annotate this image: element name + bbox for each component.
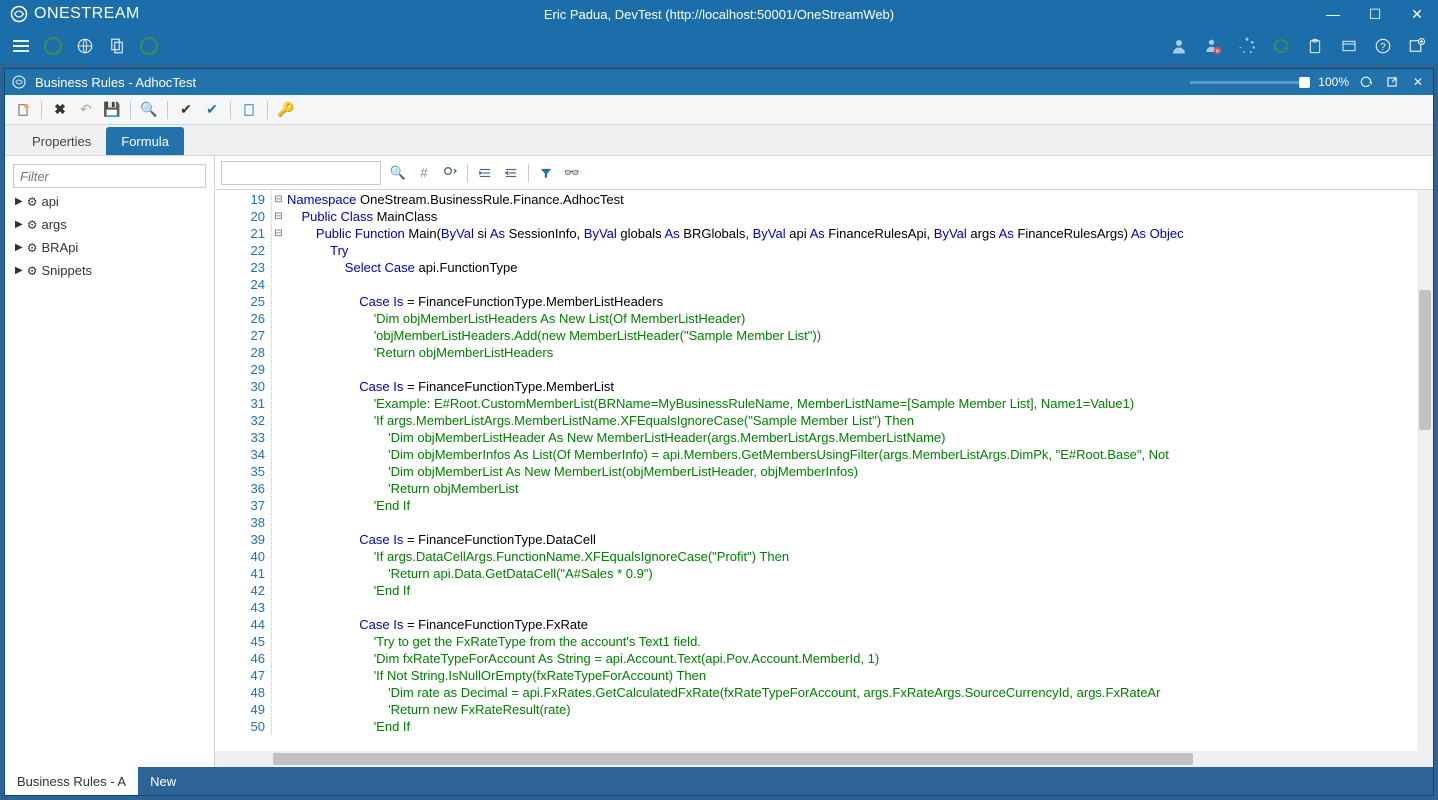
tree-item-snippets[interactable]: ▶ ⚙Snippets [13,259,206,282]
delete-icon[interactable]: ✖ [52,102,68,118]
subwindow-title-bar: Business Rules - AdhocTest 100% ✕ [5,69,1433,95]
circle-icon-1[interactable] [44,37,62,55]
gear-icon: ⚙ [27,218,38,232]
app-title-bar: ONESTREAM Eric Padua, DevTest (http://lo… [0,0,1438,28]
filter-icon[interactable] [537,164,555,182]
sub-toolbar: ✖ ↶ 💾 🔍 ✔ ✔ 🔑 [5,95,1433,125]
loading-icon[interactable] [1238,37,1256,55]
reset-zoom-icon[interactable] [1357,73,1375,91]
window-controls: — ☐ ✕ [1312,0,1438,28]
app-logo: ONESTREAM [0,5,150,23]
goggles-icon[interactable]: 👓 [563,164,581,182]
window-icon[interactable] [1340,37,1358,55]
editor-search-input[interactable] [221,161,381,185]
bottom-tab-new[interactable]: New [138,767,188,795]
gear-icon: ⚙ [27,264,38,278]
swirl-icon [11,74,27,90]
tree-item-api[interactable]: ▶ ⚙api [13,190,206,213]
caret-icon: ▶ [15,265,23,276]
page-icon[interactable] [241,102,257,118]
svg-text:✕: ✕ [1215,49,1220,55]
svg-text:?: ? [1380,42,1386,53]
tree-panel: ▶⚙api▶⚙args▶⚙BRApi▶⚙Snippets [5,156,215,767]
code-area: 1920212223242526272829303132333435363738… [215,190,1433,751]
key-icon[interactable]: 🔑 [278,102,294,118]
indent-icon[interactable] [476,164,494,182]
code-editor[interactable]: Namespace OneStream.BusinessRule.Finance… [285,190,1433,751]
find-icon[interactable]: 🔍 [141,102,157,118]
undo-icon[interactable]: ↶ [78,102,94,118]
maximize-button[interactable]: ☐ [1354,0,1396,28]
globe-icon[interactable] [76,37,94,55]
tab-formula[interactable]: Formula [106,127,184,155]
settings-icon[interactable] [1408,37,1426,55]
app-title-center: Eric Padua, DevTest (http://localhost:50… [544,7,894,22]
horizontal-scrollbar[interactable] [215,751,1433,767]
swirl-logo-icon [10,5,28,23]
brand-text: ONESTREAM [34,5,140,23]
zoom-slider[interactable] [1190,81,1310,84]
fold-column[interactable]: ⊟⊟⊟ [271,190,285,751]
popout-icon[interactable] [1383,73,1401,91]
menu-icon[interactable] [12,37,30,55]
gear-icon: ⚙ [27,195,38,209]
new-icon[interactable] [15,102,31,118]
refresh-icon[interactable] [1272,37,1290,55]
tree-item-label: api [41,194,58,209]
save-icon[interactable]: 💾 [104,102,120,118]
caret-icon: ▶ [15,219,23,230]
circle-icon-2[interactable] [140,37,158,55]
editor-panel: 🔍 # 👓 1920212223242526272829303132333435… [215,156,1433,767]
app-toolbar: ✕ ? [0,28,1438,64]
editor-toolbar: 🔍 # 👓 [215,156,1433,190]
main-window: Business Rules - AdhocTest 100% ✕ ✖ ↶ 💾 … [4,68,1434,796]
copy-icon[interactable] [108,37,126,55]
bottom-tabs: Business Rules - A New [5,767,1433,795]
tab-properties[interactable]: Properties [17,127,106,155]
line-gutter: 1920212223242526272829303132333435363738… [215,190,271,751]
subwindow-title: Business Rules - AdhocTest [35,75,196,90]
caret-icon: ▶ [15,242,23,253]
close-button[interactable]: ✕ [1396,0,1438,28]
help-icon[interactable]: ? [1374,37,1392,55]
tree-item-label: Snippets [41,263,92,278]
tree-filter-input[interactable] [13,164,206,188]
clipboard-icon[interactable] [1306,37,1324,55]
hash-icon[interactable]: # [415,164,433,182]
outdent-icon[interactable] [502,164,520,182]
user-alert-icon[interactable]: ✕ [1204,37,1222,55]
replace-icon[interactable] [441,164,459,182]
tree-item-label: args [41,217,66,232]
subwindow-close-icon[interactable]: ✕ [1409,73,1427,91]
vertical-scrollbar[interactable] [1417,190,1433,751]
zoom-level: 100% [1318,75,1349,89]
tree-item-label: BRApi [41,240,78,255]
minimize-button[interactable]: — [1312,0,1354,28]
caret-icon: ▶ [15,196,23,207]
bottom-tab-rules[interactable]: Business Rules - A [5,767,138,795]
tabs-row: Properties Formula [5,125,1433,155]
search-icon[interactable]: 🔍 [389,164,407,182]
check-all-icon[interactable]: ✔ [204,102,220,118]
gear-icon: ⚙ [27,241,38,255]
content-area: ▶⚙api▶⚙args▶⚙BRApi▶⚙Snippets 🔍 # 👓 19202… [5,155,1433,767]
check-icon[interactable]: ✔ [178,102,194,118]
tree-item-brapi[interactable]: ▶ ⚙BRApi [13,236,206,259]
user-icon[interactable] [1170,37,1188,55]
tree-item-args[interactable]: ▶ ⚙args [13,213,206,236]
